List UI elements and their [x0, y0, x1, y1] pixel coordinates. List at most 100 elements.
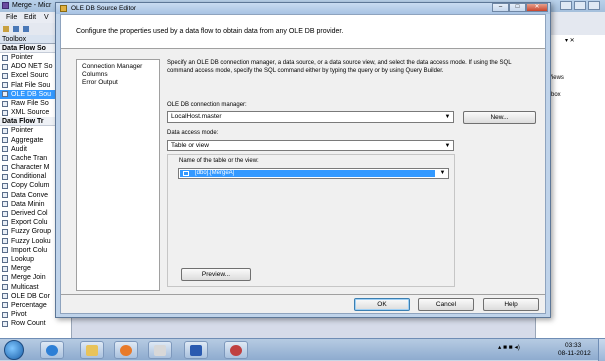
nav-item-connection-manager[interactable]: Connection Manager	[82, 63, 142, 70]
dialog-body: Configure the properties used by a data …	[60, 14, 546, 314]
ok-button[interactable]: OK	[354, 298, 410, 311]
toolbox-item-icon	[2, 219, 8, 226]
toolbox-item-icon	[2, 164, 8, 171]
toolbox-item-label: Character M	[11, 164, 50, 172]
toolbox-item-label: Merge	[11, 265, 31, 273]
toolbox-item-icon	[2, 183, 8, 190]
chevron-down-icon[interactable]: ▼	[442, 112, 453, 122]
show-desktop-button[interactable]	[598, 339, 605, 361]
toolbox-item-label: ADO NET So	[11, 63, 53, 71]
toolbox-item-icon	[2, 320, 8, 327]
table-name-dropdown[interactable]: [dbo].[MergeA] ▼	[178, 168, 449, 179]
menu-view[interactable]: V	[44, 14, 49, 21]
toolbox-item-icon	[2, 127, 8, 134]
toolbox-item-icon	[2, 265, 8, 272]
toolbox-item-icon	[2, 247, 8, 254]
start-button[interactable]	[4, 340, 24, 360]
clock-date[interactable]: 08-11-2012	[558, 350, 591, 357]
toolbox-item-label: Export Colu	[11, 219, 48, 227]
ie-icon[interactable]	[40, 341, 64, 359]
background-close-button[interactable]	[588, 1, 600, 10]
toolbox-item-icon	[2, 72, 8, 79]
data-access-mode-value: Table or view	[171, 142, 209, 149]
toolbox-item-label: Lookup	[11, 255, 34, 263]
page-navigation-list: Connection Manager Columns Error Output	[76, 59, 160, 291]
maximize-button[interactable]: □	[509, 3, 526, 12]
data-access-mode-label: Data access mode:	[167, 130, 219, 136]
toolbox-item-label: Pivot	[11, 311, 27, 319]
toolbox-item-label: XML Source	[11, 109, 50, 117]
menu-file[interactable]: File	[6, 14, 17, 21]
media-player-icon[interactable]	[114, 341, 138, 359]
dialog-description: Configure the properties used by a data …	[76, 28, 344, 35]
cancel-button[interactable]: Cancel	[418, 298, 474, 311]
footer-divider	[61, 294, 545, 295]
toolbox-item-icon	[2, 293, 8, 300]
toolbox-item-icon	[2, 192, 8, 199]
toolbox-item-label: Audit	[11, 145, 27, 153]
close-button[interactable]: ✕	[526, 3, 548, 12]
toolbox-item-label: OLE DB Cor	[11, 292, 50, 300]
background-title: Merge - Micr	[12, 2, 52, 9]
toolbox-item-label: Fuzzy Group	[11, 228, 52, 236]
visual-studio-icon	[2, 2, 9, 9]
dialog-titlebar: OLE DB Source Editor – □ ✕	[56, 3, 550, 14]
chevron-down-icon[interactable]: ▼	[442, 141, 453, 151]
new-connection-button[interactable]: New...	[463, 111, 536, 124]
system-tray[interactable]: ▴ ■ ■ ◂)	[498, 343, 548, 357]
toolbox-item-label: Raw File So	[11, 99, 49, 107]
toolbox-item-icon	[2, 274, 8, 281]
toolbox-item-label: Fuzzy Looku	[11, 237, 51, 245]
table-name-value: [dbo].[MergeA]	[195, 170, 235, 176]
new-project-icon[interactable]	[3, 26, 9, 32]
toolbox-item-icon	[2, 228, 8, 235]
minimize-button[interactable]: –	[492, 3, 509, 12]
toolbox-item-label: Row Count	[11, 320, 46, 328]
preview-button[interactable]: Preview...	[181, 268, 251, 281]
toolbox-item-label: Pointer	[11, 127, 34, 135]
word-icon[interactable]	[184, 341, 208, 359]
dialog-app-icon	[60, 5, 67, 12]
menu-edit[interactable]: Edit	[24, 14, 36, 21]
toolbox-item-icon	[2, 284, 8, 291]
toolbox-item-icon	[2, 173, 8, 180]
background-minimize-button[interactable]	[560, 1, 572, 10]
table-selection-highlight: [dbo].[MergeA]	[180, 170, 435, 177]
toolbox-item-label: Pointer	[11, 54, 34, 61]
data-access-mode-dropdown[interactable]: Table or view ▼	[167, 140, 454, 151]
nav-item-columns[interactable]: Columns	[82, 71, 108, 78]
toolbox-item-icon	[2, 256, 8, 263]
clock-time[interactable]: 03:33	[565, 342, 581, 349]
toolbox-item-label: Data Minin	[11, 200, 45, 208]
toolbox-item-icon	[2, 100, 8, 107]
table-icon	[183, 171, 189, 176]
toolbox-item-label: Derived Col	[11, 210, 48, 217]
toolbox-item-label: Data Conve	[11, 191, 48, 199]
dialog-title: OLE DB Source Editor	[71, 5, 137, 12]
ole-db-source-editor-dialog: OLE DB Source Editor – □ ✕ Configure the…	[55, 2, 551, 318]
explorer-icon[interactable]	[80, 341, 104, 359]
toolbox-item-label: Copy Colum	[11, 182, 50, 190]
toolbox-item-label: Cache Tran	[11, 154, 48, 162]
content-description: Specify an OLE DB connection manager, a …	[167, 60, 512, 74]
toolbox-item-icon	[2, 302, 8, 309]
toolbox-item[interactable]: Row Count	[0, 319, 71, 328]
chevron-down-icon[interactable]: ▼	[437, 169, 448, 178]
help-button[interactable]: Help	[483, 298, 539, 311]
panel-pin-icon[interactable]: ▾ ✕	[565, 37, 575, 44]
toolbox-item-icon	[2, 155, 8, 162]
toolbox-item-label: Excel Sourc	[11, 72, 49, 80]
table-name-label: Name of the table or the view:	[179, 158, 259, 164]
toolbox-item-icon	[2, 201, 8, 208]
paint-icon[interactable]	[224, 341, 248, 359]
save-all-icon[interactable]	[23, 26, 29, 32]
connection-manager-label: OLE DB connection manager:	[167, 102, 247, 108]
toolbox-item-icon	[2, 210, 8, 217]
toolbox-item-label: Merge Join	[11, 274, 46, 282]
toolbox-item-icon	[2, 146, 8, 153]
nav-item-error-output[interactable]: Error Output	[82, 79, 118, 86]
background-maximize-button[interactable]	[574, 1, 586, 10]
save-icon[interactable]	[13, 26, 19, 32]
connection-manager-dropdown[interactable]: LocalHost.master ▼	[167, 111, 454, 123]
tools-icon[interactable]	[148, 341, 172, 359]
